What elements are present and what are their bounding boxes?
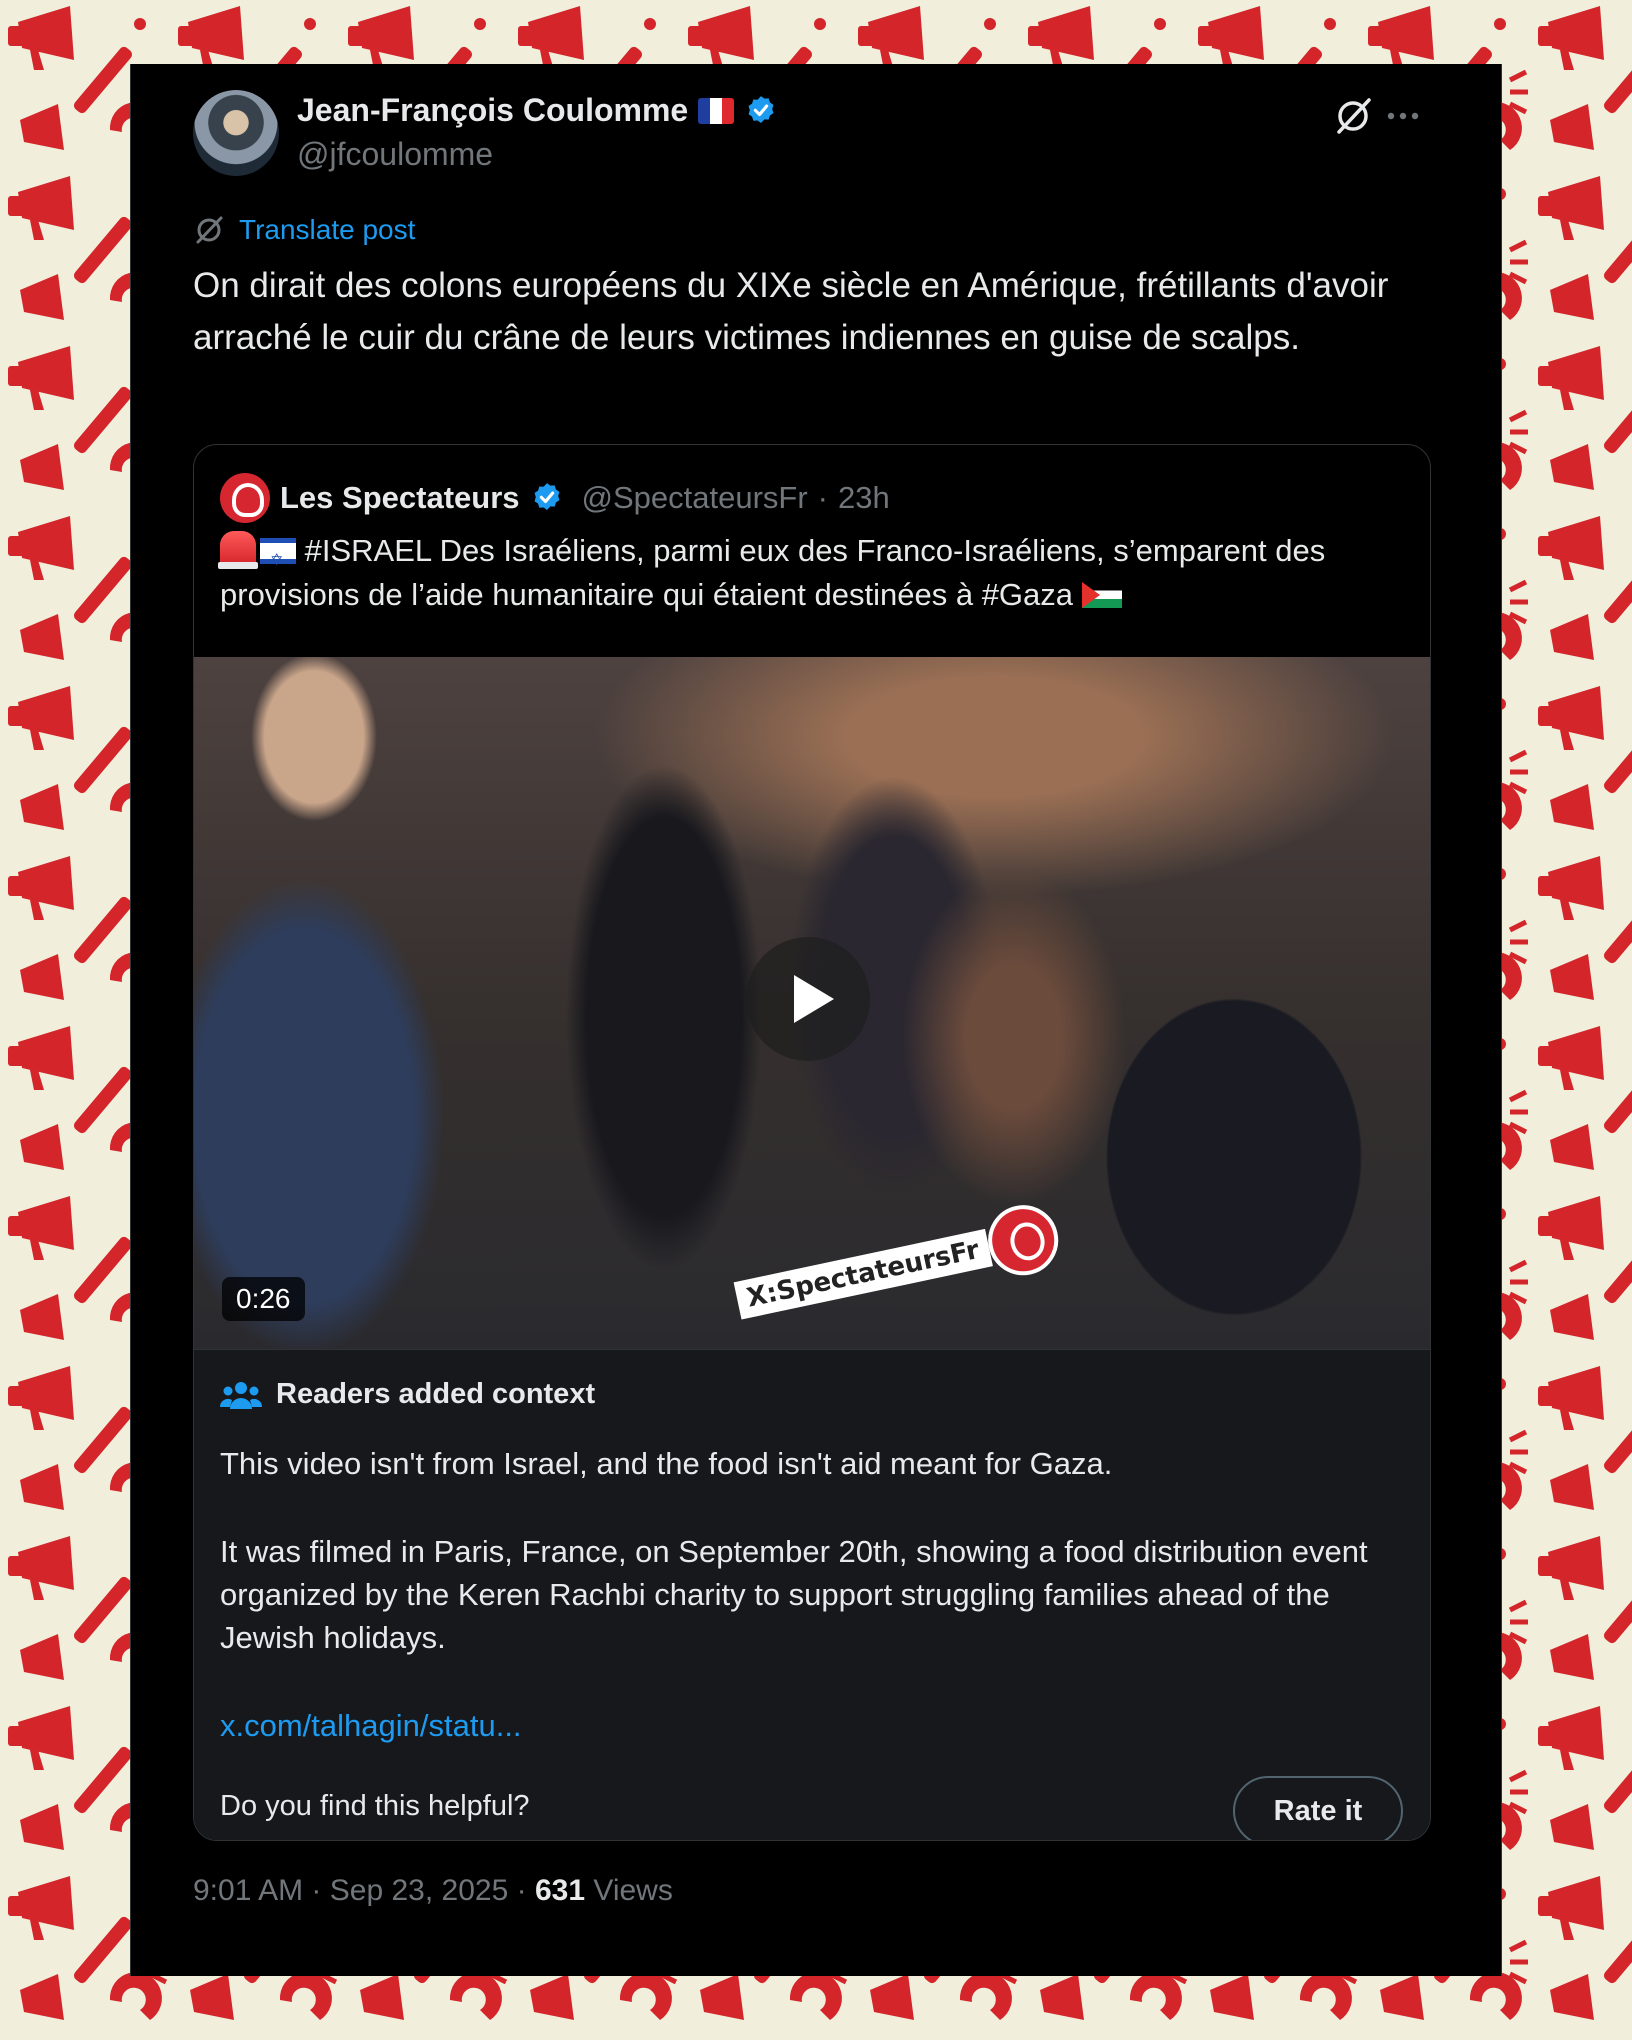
quoted-author-handle[interactable]: @SpectateursFr — [582, 480, 808, 516]
watermark-logo — [981, 1198, 1065, 1282]
translate-post-link[interactable]: Translate post — [193, 214, 415, 246]
time-separator: · — [817, 480, 828, 515]
author-handle[interactable]: @jfcoulomme — [297, 136, 493, 173]
post-text: On dirait des colons européens du XIXe s… — [193, 266, 1389, 357]
video-watermark: X:SpectateursFr — [730, 1198, 1065, 1335]
post-card: Jean-François Coulomme @jfcoulomme Trans… — [130, 64, 1502, 1976]
rate-it-button[interactable]: Rate it — [1233, 1776, 1403, 1840]
author-name-row[interactable]: Jean-François Coulomme — [297, 92, 778, 129]
quoted-post-header: Les Spectateurs @SpectateursFr · 23h — [220, 473, 890, 523]
post-time[interactable]: 9:01 AM — [193, 1874, 303, 1907]
verified-badge-icon — [534, 483, 559, 511]
quoted-post-text: #ISRAEL Des Israéliens, parmi eux des Fr… — [218, 529, 1410, 617]
grok-icon[interactable] — [1331, 94, 1375, 138]
quoted-author-name[interactable]: Les Spectateurs — [280, 480, 520, 516]
community-note: Readers added context This video isn't f… — [194, 1349, 1430, 1840]
quoted-post-time[interactable]: 23h — [838, 480, 890, 516]
views-label: Views — [593, 1874, 673, 1907]
siren-emoji-icon — [218, 531, 258, 569]
watermark-text: X:SpectateursFr — [733, 1229, 993, 1320]
community-note-title-text: Readers added context — [276, 1378, 596, 1410]
avatar[interactable] — [193, 90, 279, 176]
community-notes-icon — [220, 1381, 262, 1409]
community-note-paragraph-2: It was filmed in Paris, France, on Septe… — [220, 1534, 1368, 1655]
video-duration: 0:26 — [222, 1277, 305, 1321]
author-name[interactable]: Jean-François Coulomme — [297, 92, 688, 129]
views-count: 631 — [534, 1874, 586, 1907]
translate-label[interactable]: Translate post — [239, 214, 415, 246]
video-player[interactable]: 0:26 X:SpectateursFr — [194, 657, 1430, 1349]
community-note-paragraph-1: This video isn't from Israel, and the fo… — [220, 1446, 1113, 1481]
flag-fr-icon — [698, 97, 735, 124]
flag-palestine-icon — [1081, 582, 1122, 608]
meta-separator: · — [311, 1874, 322, 1907]
flag-israel-icon — [260, 538, 296, 583]
helpful-question: Do you find this helpful? — [220, 1790, 530, 1822]
community-note-title: Readers added context — [220, 1378, 595, 1411]
more-icon[interactable] — [1381, 94, 1425, 138]
community-note-source-link[interactable]: x.com/talhagin/statu... — [220, 1708, 522, 1744]
quoted-text-body: #ISRAEL Des Israéliens, parmi eux des Fr… — [220, 533, 1326, 612]
meta-separator: · — [516, 1874, 527, 1907]
quoted-avatar[interactable] — [220, 473, 270, 523]
post-meta: 9:01 AM · Sep 23, 2025 · 631 Views — [193, 1874, 673, 1908]
translate-icon — [196, 216, 223, 244]
quoted-post[interactable]: Les Spectateurs @SpectateursFr · 23h #IS… — [193, 444, 1431, 1841]
verified-badge-icon — [748, 95, 774, 123]
play-icon[interactable] — [746, 937, 870, 1061]
post-date[interactable]: Sep 23, 2025 — [330, 1874, 509, 1907]
